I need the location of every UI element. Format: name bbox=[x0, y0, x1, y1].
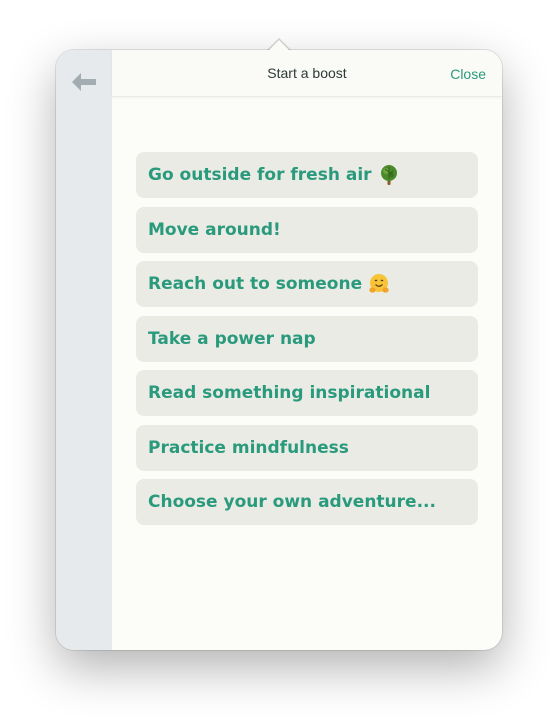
hugging-face-icon bbox=[369, 274, 389, 293]
arrow-left-icon bbox=[72, 73, 96, 91]
boost-item-label: Choose your own adventure... bbox=[148, 492, 436, 512]
boost-item-power-nap[interactable]: Take a power nap bbox=[136, 315, 478, 362]
tree-icon bbox=[380, 165, 397, 185]
boost-item-reach-out[interactable]: Reach out to someone bbox=[136, 261, 478, 307]
boost-item-label: Go outside for fresh air bbox=[148, 165, 372, 185]
boost-item-mindfulness[interactable]: Practice mindfulness bbox=[136, 424, 478, 471]
boost-item-label: Move around! bbox=[148, 219, 281, 240]
stage: Start a boost Close Go outside for fresh… bbox=[0, 0, 558, 724]
sidebar bbox=[56, 50, 112, 650]
header: Start a boost Close bbox=[112, 50, 502, 97]
boost-item-move[interactable]: Move around! bbox=[136, 206, 478, 253]
boost-item-read[interactable]: Read something inspirational bbox=[136, 370, 478, 416]
back-button[interactable] bbox=[70, 68, 98, 96]
boost-item-label: Practice mindfulness bbox=[148, 437, 349, 458]
boost-item-fresh-air[interactable]: Go outside for fresh air bbox=[136, 152, 478, 198]
close-button[interactable]: Close bbox=[450, 66, 486, 82]
boost-item-label: Take a power nap bbox=[148, 328, 316, 349]
boost-popover: Start a boost Close Go outside for fresh… bbox=[56, 50, 502, 650]
page-title: Start a boost bbox=[267, 65, 347, 81]
boost-item-label: Read something inspirational bbox=[148, 383, 431, 403]
popover-arrow-fill bbox=[268, 40, 290, 51]
boost-item-own-adventure[interactable]: Choose your own adventure... bbox=[136, 479, 478, 525]
boost-item-label: Reach out to someone bbox=[148, 274, 363, 294]
boost-list: Go outside for fresh air Move around! Re… bbox=[136, 152, 478, 534]
